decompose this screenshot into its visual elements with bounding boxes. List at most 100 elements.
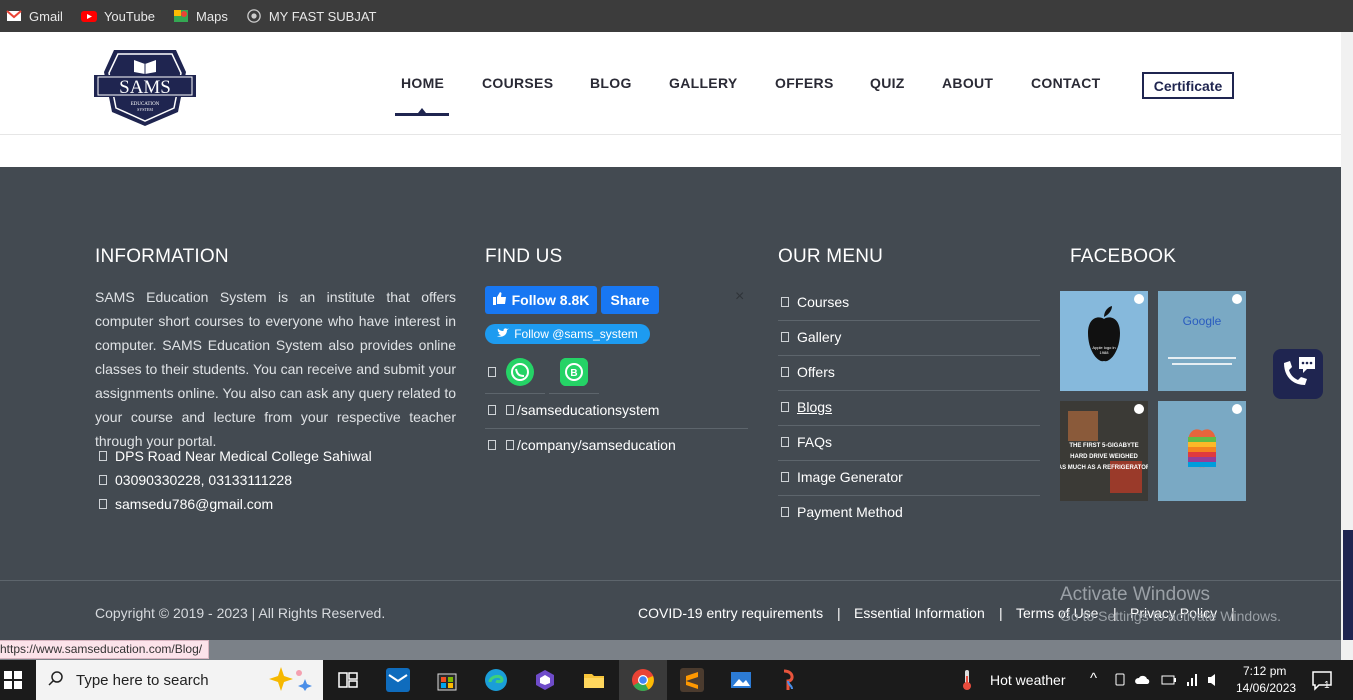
menu-label: Offers	[797, 364, 835, 380]
youtube-icon	[80, 9, 97, 23]
our-menu-title: OUR MENU	[778, 246, 884, 267]
sparkle-icon	[267, 665, 313, 695]
maps-icon	[173, 9, 189, 23]
notification-icon[interactable]	[1310, 668, 1334, 692]
thumbs-up-icon	[492, 292, 507, 308]
facebook-icon	[488, 405, 496, 415]
facebook-post-thumbnail[interactable]: Apple logo in 1988	[1060, 291, 1148, 391]
chevron-right-icon	[781, 367, 789, 377]
facebook-follow-button[interactable]: Follow 8.8K	[485, 286, 597, 314]
facebook-post-thumbnail[interactable]	[1158, 401, 1246, 501]
covid-link[interactable]: COVID-19 entry requirements	[638, 605, 823, 621]
bookmark-label: YouTube	[103, 8, 156, 24]
nav-offers[interactable]: OFFERS	[775, 75, 834, 91]
phone-text: 03090330228, 03133111228	[115, 472, 292, 488]
menu-label: Courses	[797, 294, 850, 310]
email-line[interactable]: samsedu786@gmail.com	[99, 496, 273, 512]
essential-info-link[interactable]: Essential Information	[854, 605, 985, 621]
facebook-share-button[interactable]: Share	[601, 286, 659, 314]
task-view-icon[interactable]	[336, 668, 360, 692]
chevron-up-icon[interactable]: ^	[1090, 670, 1097, 687]
chevron-right-icon	[781, 297, 789, 307]
divider	[778, 320, 1040, 321]
nav-courses[interactable]: COURSES	[482, 75, 553, 91]
clock-time[interactable]: 7:12 pm	[1243, 664, 1286, 678]
sams-logo[interactable]: SAMS EDUCATION SYSTEM	[94, 42, 196, 128]
photos-icon[interactable]	[729, 668, 753, 692]
sublime-text-icon[interactable]	[680, 668, 704, 692]
divider	[549, 393, 599, 394]
facebook-title: FACEBOOK	[1070, 246, 1177, 267]
weather-text[interactable]: Hot weather	[990, 672, 1065, 688]
certificate-button[interactable]: Certificate	[1142, 72, 1234, 99]
facebook-icon	[506, 405, 514, 415]
system-tray-icons[interactable]	[1112, 670, 1224, 690]
facebook-post-thumbnail[interactable]: Google	[1158, 291, 1246, 391]
file-explorer-icon[interactable]	[582, 668, 606, 692]
menu-label: Blogs	[797, 399, 833, 415]
close-icon[interactable]: ×	[735, 288, 744, 306]
facebook-page-link[interactable]: /samseducationsystem	[488, 402, 659, 418]
edge-icon[interactable]	[484, 668, 508, 692]
email-text: samsedu786@gmail.com	[115, 496, 274, 512]
divider	[485, 428, 748, 429]
svg-text:B: B	[570, 368, 577, 379]
chevron-right-icon	[781, 472, 789, 482]
menu-label: FAQs	[797, 434, 833, 450]
linkedin-icon	[488, 440, 496, 450]
divider	[778, 460, 1040, 461]
twitter-follow-button[interactable]: Follow @sams_system	[485, 324, 650, 344]
phone-chat-icon	[1279, 355, 1317, 394]
bookmark-label: MY FAST SUBJAT	[268, 8, 377, 24]
status-url: https://www.samseducation.com/Blog/	[0, 640, 210, 659]
bookmark-my-fast-subjat[interactable]: MY FAST SUBJAT	[246, 8, 377, 24]
divider	[778, 495, 1040, 496]
footer-divider	[0, 580, 1341, 581]
bookmark-gmail[interactable]: Gmail	[6, 9, 63, 24]
logo-text: SAMS	[119, 77, 171, 98]
chevron-right-icon	[781, 332, 789, 342]
whatsapp-icon[interactable]	[506, 358, 534, 386]
phone-icon	[99, 475, 107, 485]
nav-home[interactable]: HOME	[401, 75, 444, 91]
scrollbar-thumb[interactable]	[1343, 530, 1353, 640]
whatsapp-business-icon[interactable]: B	[560, 358, 588, 386]
windows-start-icon[interactable]	[4, 671, 22, 689]
nav-blog[interactable]: BLOG	[590, 75, 632, 91]
nav-about[interactable]: ABOUT	[942, 75, 993, 91]
menu-courses[interactable]: Courses	[781, 294, 849, 310]
taskbar-search[interactable]: Type here to search	[36, 660, 323, 700]
nav-contact[interactable]: CONTACT	[1031, 75, 1101, 91]
menu-payment-method[interactable]: Payment Method	[781, 504, 903, 520]
menu-faqs[interactable]: FAQs	[781, 434, 832, 450]
envelope-icon	[99, 499, 107, 509]
nav-gallery[interactable]: GALLERY	[669, 75, 737, 91]
clock-date[interactable]: 14/06/2023	[1236, 681, 1296, 695]
bookmark-maps[interactable]: Maps	[173, 9, 228, 24]
menu-offers[interactable]: Offers	[781, 364, 835, 380]
copyright-text: Copyright © 2019 - 2023 | All Rights Res…	[95, 605, 386, 621]
site-header: SAMS EDUCATION SYSTEM HOME COURSES BLOG …	[0, 32, 1341, 135]
divider	[778, 390, 1040, 391]
twitter-follow-label: Follow @sams_system	[514, 327, 638, 341]
mail-icon[interactable]	[386, 668, 410, 692]
menu-image-generator[interactable]: Image Generator	[781, 469, 903, 485]
linkedin-page-link[interactable]: /company/samseducation	[488, 437, 676, 453]
linkedin-page-label: /company/samseducation	[517, 437, 676, 453]
nav-quiz[interactable]: QUIZ	[870, 75, 905, 91]
link-separator: |	[999, 605, 1003, 621]
chrome-icon[interactable]	[631, 668, 655, 692]
menu-blogs[interactable]: Blogs	[781, 399, 832, 415]
facebook-post-thumbnail[interactable]: THE FIRST 5-GIGABYTE HARD DRIVE WEIGHED …	[1058, 401, 1151, 501]
map-marker-icon	[99, 451, 107, 461]
store-icon[interactable]	[435, 668, 459, 692]
divider	[485, 393, 545, 394]
search-icon	[48, 670, 64, 690]
bookmark-youtube[interactable]: YouTube	[80, 8, 156, 24]
chevron-right-icon	[781, 437, 789, 447]
copilot-icon[interactable]	[533, 668, 557, 692]
svg-text:THE FIRST 5-GIGABYTE: THE FIRST 5-GIGABYTE	[1069, 443, 1138, 449]
call-button[interactable]	[1273, 349, 1323, 399]
menu-gallery[interactable]: Gallery	[781, 329, 841, 345]
paint-tool-icon[interactable]	[778, 668, 802, 692]
